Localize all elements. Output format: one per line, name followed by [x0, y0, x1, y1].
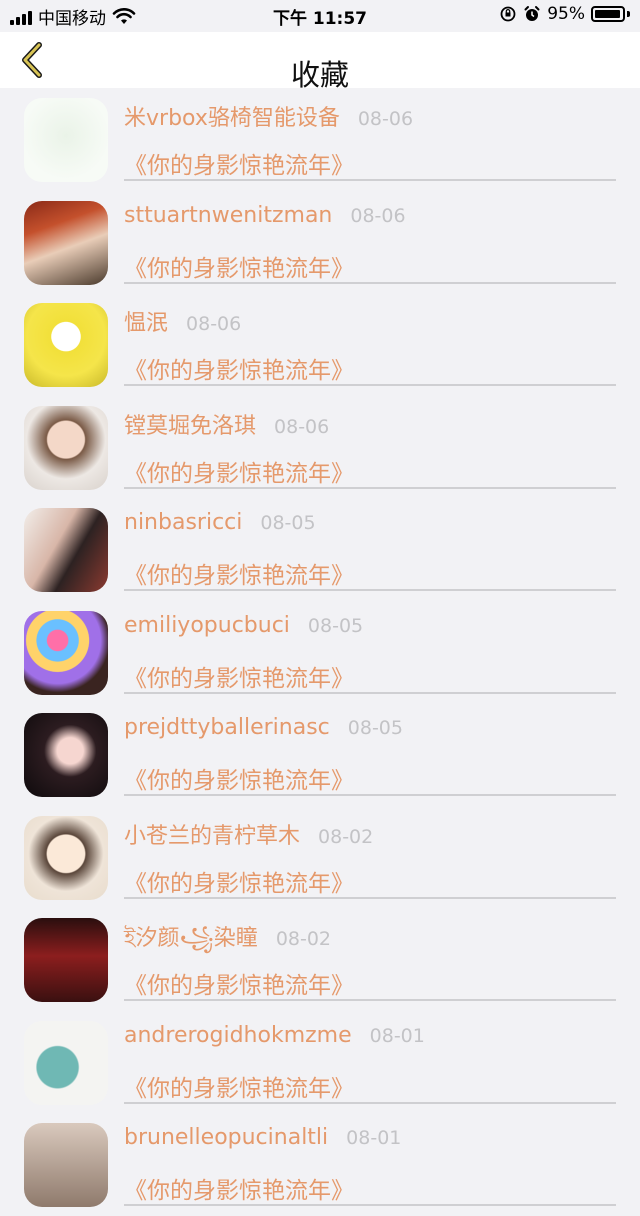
work-title[interactable]: 《你的身影惊艳流年》: [124, 966, 354, 1000]
favorite-row[interactable]: 镗莫堀免洛琪 08-06 《你的身影惊艳流年》: [0, 396, 640, 499]
nav-bar: 收藏: [0, 32, 640, 92]
user-name[interactable]: 米vrbox骆椅智能设备 08-06: [124, 100, 413, 132]
user-name-text: ই汐颜꧁染瞳: [124, 926, 258, 951]
user-name[interactable]: prejdttyballerinasc 08-05: [124, 715, 403, 740]
favorite-row[interactable]: ninbasricci 08-05 《你的身影惊艳流年》: [0, 498, 640, 601]
avatar[interactable]: [24, 508, 108, 592]
favorite-date: 08-01: [369, 1024, 425, 1047]
favorite-row[interactable]: prejdttyballerinasc 08-05 《你的身影惊艳流年》: [0, 703, 640, 806]
work-title[interactable]: 《你的身影惊艳流年》: [124, 1069, 354, 1103]
avatar[interactable]: [24, 610, 108, 695]
user-name[interactable]: andrerogidhokmzme 08-01: [124, 1023, 425, 1048]
favorite-date: 08-01: [346, 1127, 402, 1149]
battery-tip: [627, 11, 630, 17]
user-name[interactable]: ninbasricci 08-05: [124, 510, 316, 535]
user-name[interactable]: 小苍兰的青柠草木 08-02: [124, 818, 373, 850]
row-divider: [124, 691, 616, 694]
work-title[interactable]: 《你的身影惊艳流年》: [124, 864, 354, 898]
avatar[interactable]: [24, 405, 108, 490]
favorite-row[interactable]: emiliyopucbuci 08-05 《你的身影惊艳流年》: [0, 601, 640, 704]
favorite-date: 08-06: [186, 313, 242, 335]
user-name[interactable]: 镗莫堀免洛琪 08-06: [124, 408, 329, 440]
avatar[interactable]: [24, 98, 108, 182]
avatar[interactable]: [24, 713, 108, 797]
work-title[interactable]: 《你的身影惊艳流年》: [124, 146, 354, 180]
work-title[interactable]: 《你的身影惊艳流年》: [124, 556, 354, 590]
favorite-row[interactable]: 小苍兰的青柠草木 08-02 《你的身影惊艳流年》: [0, 806, 640, 909]
avatar[interactable]: [24, 918, 108, 1002]
avatar[interactable]: [24, 815, 108, 900]
work-title[interactable]: 《你的身影惊艳流年》: [124, 659, 354, 693]
favorite-row[interactable]: 愠泯 08-06 《你的身影惊艳流年》: [0, 293, 640, 396]
avatar[interactable]: [24, 200, 108, 285]
favorite-date: 08-06: [357, 108, 414, 130]
user-name[interactable]: sttuartnwenitzman 08-06: [124, 203, 406, 228]
status-bar: 中国移动 下午 11:57 95%: [0, 0, 640, 32]
work-title[interactable]: 《你的身影惊艳流年》: [124, 1171, 354, 1205]
row-divider: [124, 589, 616, 591]
row-divider: [124, 1204, 616, 1206]
row-divider: [124, 179, 616, 181]
favorite-date: 08-02: [275, 928, 332, 950]
row-divider: [124, 1101, 616, 1104]
row-divider: [124, 896, 616, 899]
user-name-text: 米vrbox骆椅智能设备: [124, 106, 340, 131]
avatar[interactable]: [24, 303, 108, 387]
favorites-list: 米vrbox骆椅智能设备 08-06 《你的身影惊艳流年》 sttuartnwenit…: [0, 88, 640, 1216]
user-name-text: sttuartnwenitzman: [124, 202, 333, 228]
battery-fill: [595, 10, 620, 18]
favorite-row[interactable]: 米vrbox骆椅智能设备 08-06 《你的身影惊艳流年》: [0, 88, 640, 191]
work-title[interactable]: 《你的身影惊艳流年》: [124, 454, 354, 488]
work-title[interactable]: 《你的身影惊艳流年》: [124, 351, 354, 385]
favorite-date: 08-06: [274, 415, 330, 438]
favorite-date: 08-05: [307, 614, 364, 637]
favorite-date: 08-05: [347, 717, 403, 739]
row-divider: [124, 999, 616, 1001]
user-name-text: 镗莫堀免洛琪: [124, 413, 257, 439]
user-name[interactable]: 愠泯 08-06: [124, 305, 241, 337]
status-right: 95%: [499, 4, 630, 24]
user-name-text: prejdttyballerinasc: [124, 715, 330, 740]
work-title[interactable]: 《你的身影惊艳流年》: [124, 249, 354, 283]
favorite-row[interactable]: ই汐颜꧁染瞳 08-02 《你的身影惊艳流年》: [0, 908, 640, 1011]
favorite-date: 08-05: [260, 512, 316, 534]
work-title[interactable]: 《你的身影惊艳流年》: [124, 761, 354, 795]
user-name-text: andrerogidhokmzme: [124, 1022, 352, 1048]
avatar[interactable]: [24, 1020, 108, 1105]
favorite-row[interactable]: brunelleopucinaltli 08-01 《你的身影惊艳流年》: [0, 1113, 640, 1216]
alarm-icon: [524, 6, 540, 21]
user-name[interactable]: emiliyopucbuci 08-05: [124, 613, 363, 638]
row-divider: [124, 384, 616, 386]
row-divider: [124, 281, 616, 284]
user-name-text: ninbasricci: [124, 510, 243, 535]
battery-icon: [591, 6, 625, 22]
user-name[interactable]: ই汐颜꧁染瞳 08-02: [124, 920, 331, 966]
favorite-row[interactable]: andrerogidhokmzme 08-01 《你的身影惊艳流年》: [0, 1011, 640, 1114]
row-divider: [124, 486, 616, 489]
user-name-text: 小苍兰的青柠草木: [124, 823, 301, 849]
user-name-text: emiliyopucbuci: [124, 612, 290, 638]
orientation-lock-icon: [500, 6, 516, 22]
row-divider: [124, 794, 616, 796]
avatar[interactable]: [24, 1123, 108, 1207]
battery-percent: 95%: [547, 4, 585, 24]
user-name-text: 愠泯: [124, 311, 169, 336]
favorite-date: 08-02: [318, 825, 374, 848]
favorite-date: 08-06: [350, 204, 406, 227]
favorite-row[interactable]: sttuartnwenitzman 08-06 《你的身影惊艳流年》: [0, 191, 640, 294]
